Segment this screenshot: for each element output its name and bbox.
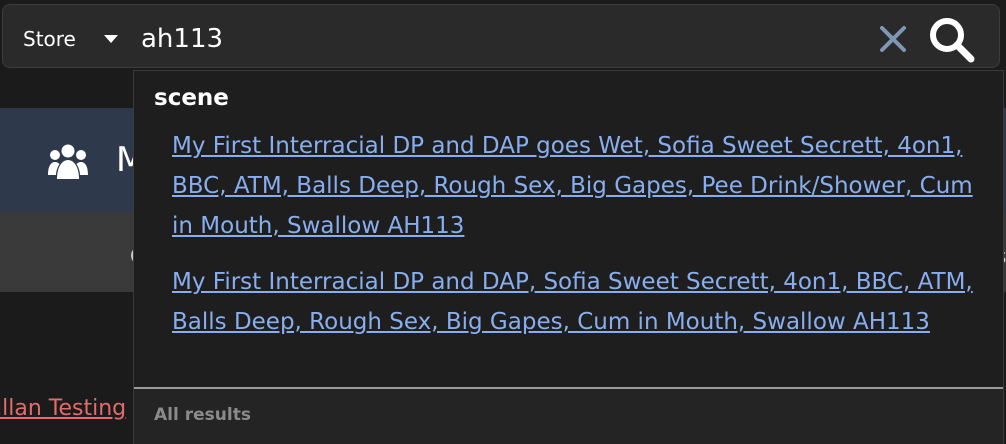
search-scope-label: Store [23, 27, 76, 51]
search-scope-select[interactable]: Store [23, 25, 118, 53]
background-link[interactable]: illan Testing [0, 396, 126, 421]
suggestion-item[interactable]: My First Interracial DP and DAP, Sofia S… [172, 262, 998, 342]
chevron-down-icon [103, 35, 118, 43]
people-icon [48, 144, 88, 179]
search-bar: Store [2, 4, 1000, 68]
all-results-link[interactable]: All results [154, 405, 251, 425]
suggestion-group-title: scene [154, 85, 229, 111]
page: M C s illan Testing Store scene My First… [0, 0, 1006, 444]
search-input[interactable] [141, 19, 861, 59]
close-icon[interactable] [877, 23, 909, 55]
search-suggestions-dropdown: scene My First Interracial DP and DAP go… [133, 70, 1004, 444]
search-icon[interactable] [927, 15, 977, 65]
suggestion-item[interactable]: My First Interracial DP and DAP goes Wet… [172, 126, 998, 246]
dropdown-footer: All results [134, 389, 1003, 444]
